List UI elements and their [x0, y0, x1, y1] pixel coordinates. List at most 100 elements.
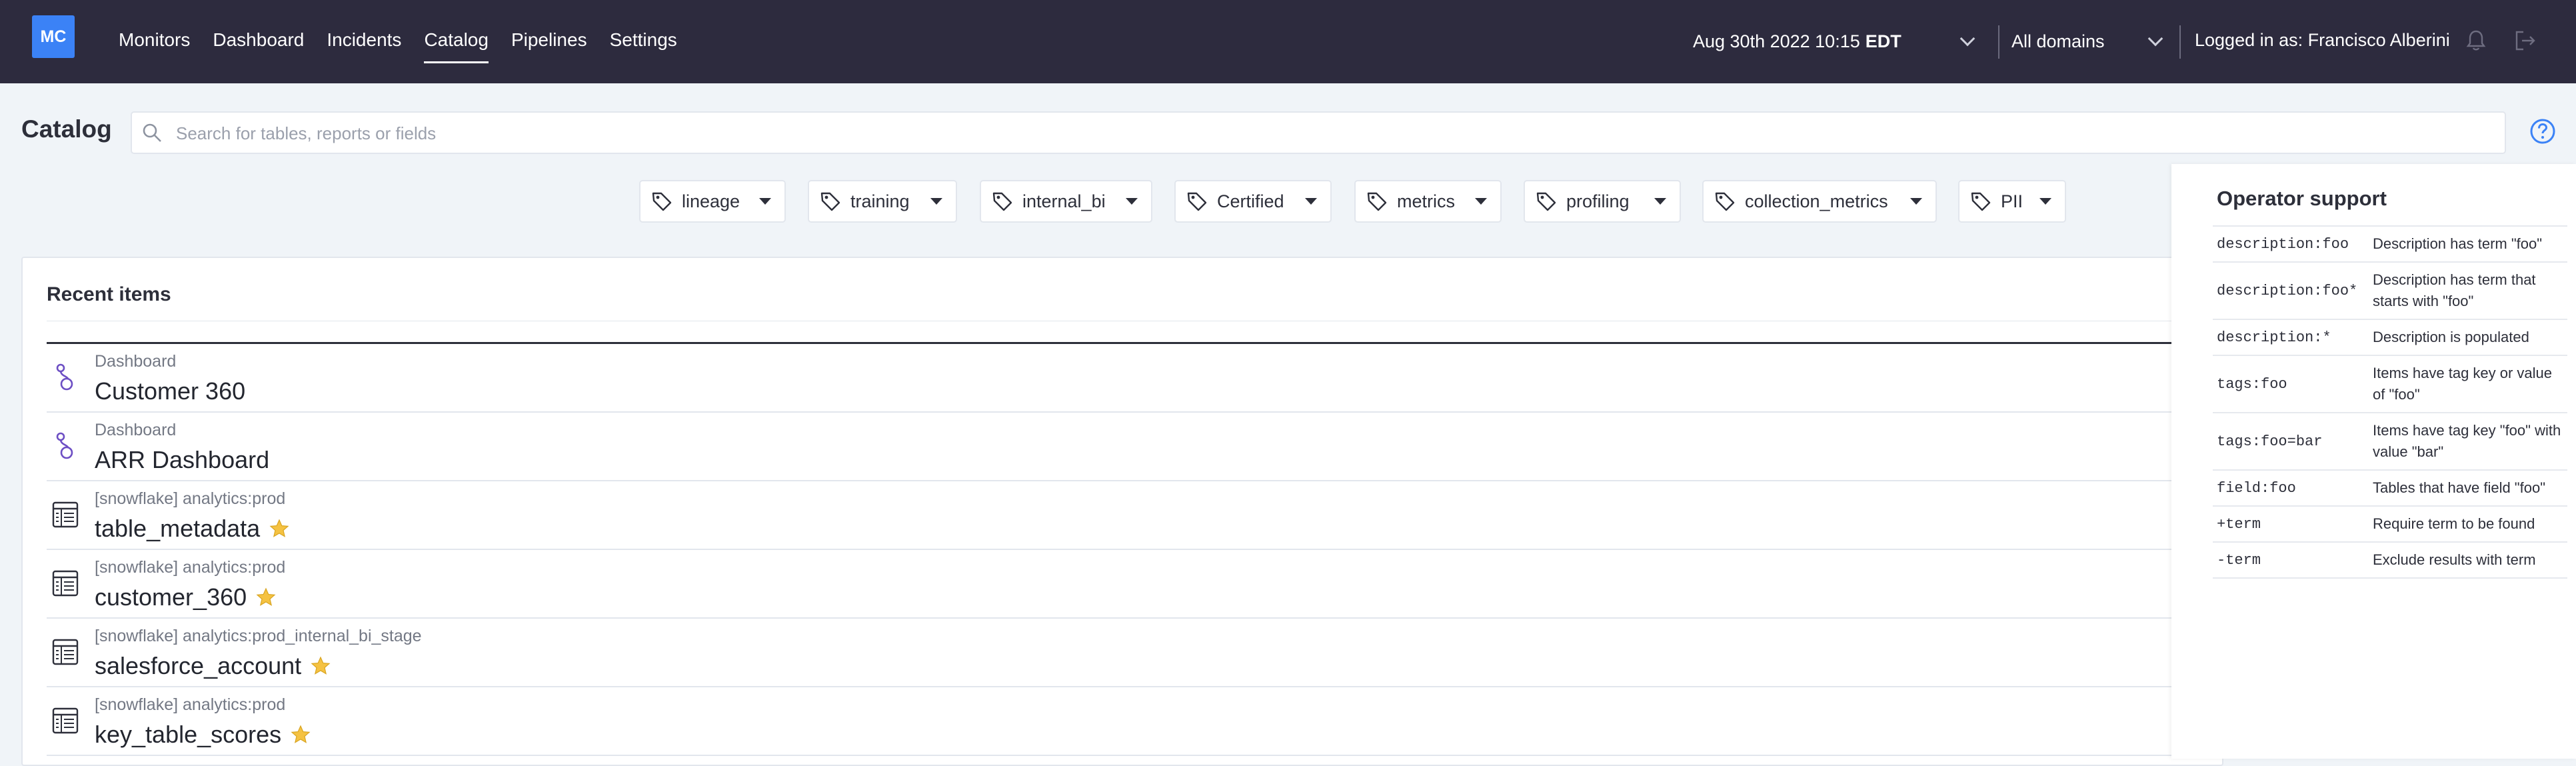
caret-down-icon — [759, 198, 771, 205]
search-icon — [143, 123, 161, 142]
tag-label: collection_metrics — [1745, 191, 1888, 211]
table-row: tags:foo=bar Items have tag key "foo" wi… — [2213, 412, 2567, 469]
item-name-row: ARR Dashboard — [95, 446, 269, 474]
recent-items-list: Dashboard Customer 360 Dashboard ARR Das… — [47, 344, 2222, 756]
nav-monitors[interactable]: Monitors — [119, 0, 190, 83]
domain-selector[interactable]: All domains — [2011, 0, 2171, 83]
tag-icon — [1536, 192, 1556, 211]
item-name: table_metadata — [95, 515, 261, 542]
item-name: Customer 360 — [95, 377, 246, 405]
nav-dashboard[interactable]: Dashboard — [213, 0, 304, 83]
operator-description: Require term to be found — [2373, 515, 2535, 532]
nav-incidents[interactable]: Incidents — [327, 0, 401, 83]
table-icon — [52, 707, 79, 734]
item-source: Dashboard — [95, 421, 177, 439]
caret-down-icon — [1910, 198, 1922, 205]
operator-description: Description has term that starts with "f… — [2373, 271, 2536, 309]
search-input[interactable] — [175, 113, 2483, 154]
table-icon — [52, 639, 79, 665]
list-item[interactable]: [snowflake] analytics:prod table_metadat… — [47, 481, 2222, 550]
logo[interactable]: MC — [32, 15, 75, 58]
table-row: tags:foo Items have tag key or value of … — [2213, 355, 2567, 412]
operator-code: tags:foo=bar — [2217, 433, 2323, 450]
search-bar — [131, 111, 2506, 154]
tag-label: lineage — [682, 191, 740, 211]
operator-description: Description is populated — [2373, 329, 2529, 345]
operator-description: Description has term "foo" — [2373, 235, 2543, 252]
operator-support-title: Operator support — [2217, 187, 2387, 210]
tag-filter-pii[interactable]: PII — [1958, 180, 2066, 223]
tag-label: internal_bi — [1022, 191, 1106, 211]
bell-icon[interactable] — [2466, 29, 2486, 52]
operator-table: description:foo Description has term "fo… — [2213, 225, 2567, 579]
tag-filter-certified[interactable]: Certified — [1174, 180, 1332, 223]
divider — [2179, 25, 2181, 59]
tag-icon — [992, 192, 1012, 211]
date-picker[interactable]: Aug 30th 2022 10:15 EDT — [1693, 0, 1993, 83]
dashboard-icon — [56, 363, 73, 391]
tag-filter-profiling[interactable]: profiling — [1524, 180, 1681, 223]
tag-label: profiling — [1566, 191, 1630, 211]
date-text: Aug 30th 2022 10:15 — [1693, 31, 1860, 51]
tag-filter-training[interactable]: training — [808, 180, 957, 223]
operator-description: Tables that have field "foo" — [2373, 479, 2546, 496]
recent-items-panel: Recent items Dashboard Customer 360 Dash… — [21, 257, 2223, 766]
list-item[interactable]: Dashboard ARR Dashboard — [47, 413, 2222, 481]
help-icon[interactable] — [2529, 118, 2556, 145]
table-icon — [52, 570, 79, 597]
operator-code: field:foo — [2217, 479, 2296, 497]
tag-filter-metrics[interactable]: metrics — [1354, 180, 1502, 223]
operator-description: Exclude results with term — [2373, 551, 2536, 568]
timezone-text: EDT — [1865, 31, 1902, 51]
caret-down-icon — [930, 198, 942, 205]
operator-code: description:* — [2217, 329, 2331, 346]
item-name-row: salesforce_account — [95, 652, 331, 680]
page-title: Catalog — [21, 115, 112, 143]
table-row: -term Exclude results with term — [2213, 541, 2567, 579]
star-icon[interactable] — [291, 725, 311, 745]
item-name: customer_360 — [95, 583, 247, 611]
table-row: description:foo* Description has term th… — [2213, 261, 2567, 319]
logout-icon[interactable] — [2514, 29, 2537, 52]
list-item[interactable]: Dashboard Customer 360 — [47, 344, 2222, 413]
star-icon[interactable] — [269, 519, 289, 539]
nav-pipelines[interactable]: Pipelines — [511, 0, 587, 83]
tag-filter-collection-metrics[interactable]: collection_metrics — [1702, 180, 1937, 223]
operator-description: Items have tag key "foo" with value "bar… — [2373, 422, 2561, 460]
list-item[interactable]: [snowflake] analytics:prod customer_360 — [47, 550, 2222, 619]
item-name: key_table_scores — [95, 721, 282, 748]
tag-filter-internal-bi[interactable]: internal_bi — [980, 180, 1152, 223]
list-item[interactable]: [snowflake] analytics:prod key_table_sco… — [47, 687, 2222, 756]
tag-icon — [820, 192, 840, 211]
tag-icon — [1187, 192, 1207, 211]
tag-label: PII — [2001, 191, 2023, 211]
chevron-down-icon — [2147, 31, 2163, 47]
table-row: description:foo Description has term "fo… — [2213, 225, 2567, 261]
operator-code: +term — [2217, 515, 2261, 533]
table-icon — [52, 501, 79, 528]
logged-in-user: Logged in as: Francisco Alberini — [2195, 30, 2450, 50]
tag-label: metrics — [1397, 191, 1455, 211]
item-source: Dashboard — [95, 352, 177, 371]
tag-label: training — [850, 191, 910, 211]
star-icon[interactable] — [311, 656, 331, 676]
tag-icon — [1367, 192, 1387, 211]
tag-filter-lineage[interactable]: lineage — [639, 180, 786, 223]
caret-down-icon — [1654, 198, 1666, 205]
caret-down-icon — [2039, 198, 2051, 205]
nav-settings[interactable]: Settings — [610, 0, 677, 83]
table-row: +term Require term to be found — [2213, 505, 2567, 541]
domain-text: All domains — [2011, 31, 2105, 51]
operator-code: description:foo* — [2217, 282, 2358, 299]
item-name-row: customer_360 — [95, 583, 276, 611]
item-name: salesforce_account — [95, 652, 302, 679]
nav-catalog[interactable]: Catalog — [424, 0, 489, 83]
list-item[interactable]: [snowflake] analytics:prod_internal_bi_s… — [47, 619, 2222, 687]
item-source: [snowflake] analytics:prod_internal_bi_s… — [95, 627, 422, 645]
tag-icon — [1715, 192, 1735, 211]
caret-down-icon — [1126, 198, 1138, 205]
main-nav: Monitors Dashboard Incidents Catalog Pip… — [119, 0, 700, 83]
caret-down-icon — [1305, 198, 1317, 205]
star-icon[interactable] — [256, 587, 276, 607]
item-name-row: table_metadata — [95, 515, 289, 543]
